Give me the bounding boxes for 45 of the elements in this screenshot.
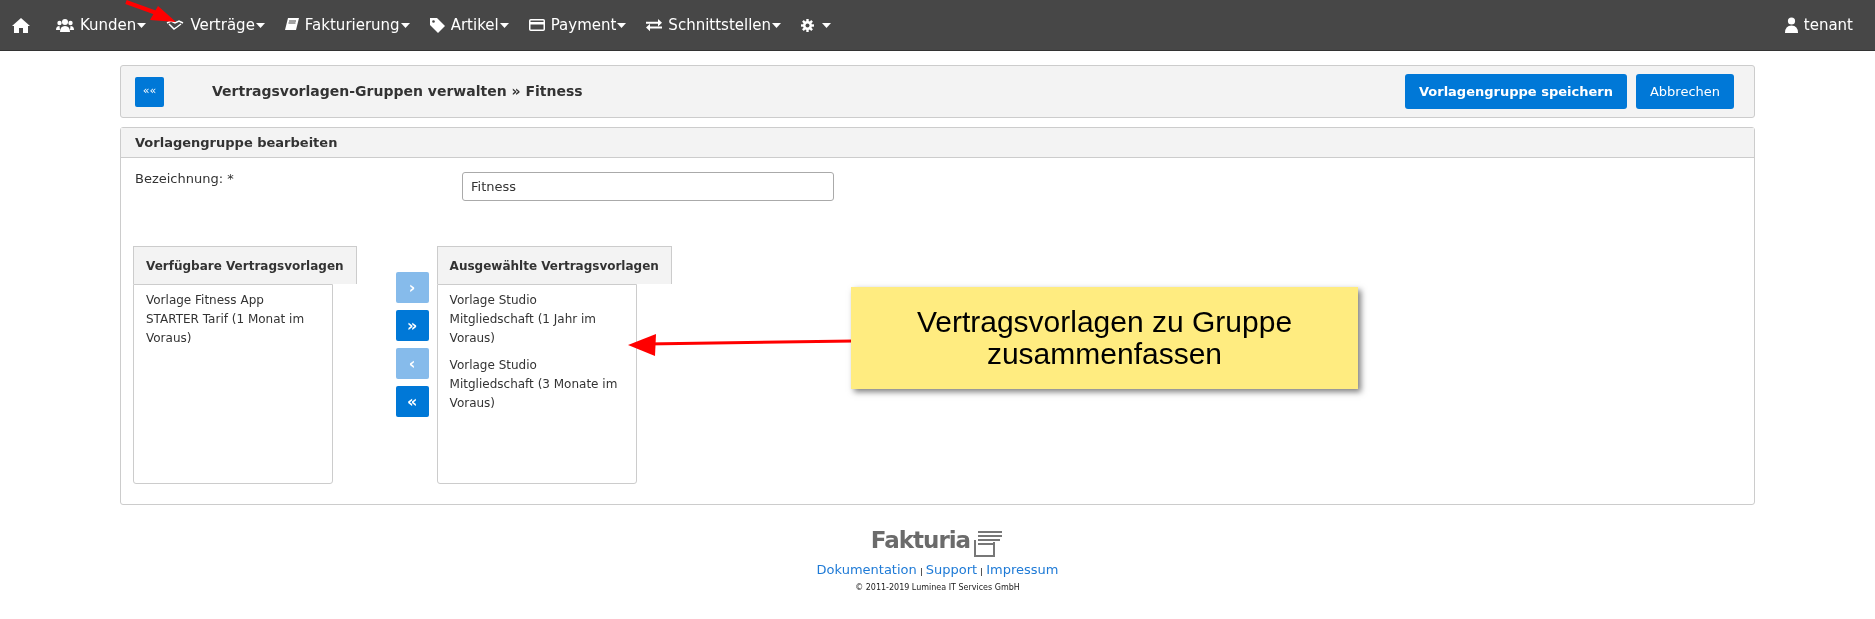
selected-list[interactable]: Vorlage Studio Mitgliedschaft (1 Jahr im Voraus) Vorlage Studio Mitgliedschaft (3 Monate im Voraus) [436, 284, 637, 484]
caret-icon [400, 22, 410, 28]
caret-icon [137, 22, 147, 28]
copyright-text: © 2011-2019 Luminea IT Services GmbH [855, 582, 1020, 594]
cancel-button[interactable]: Abbrechen [1635, 74, 1734, 109]
settings-icon [801, 18, 815, 32]
field-label: Bezeichnung: * [135, 170, 235, 188]
list-option[interactable]: Vorlage Studio Mitgliedschaft (3 Monate im Voraus) [449, 356, 624, 413]
user-icon [1784, 17, 1798, 33]
book-icon [284, 18, 299, 32]
back-button[interactable]: «« [135, 76, 164, 107]
list-option[interactable]: Vorlage Studio Mitgliedschaft (1 Jahr im Voraus) [449, 291, 624, 348]
settings-menu-button[interactable] [801, 18, 832, 32]
caret-icon [255, 22, 265, 28]
users-icon [56, 18, 74, 32]
caret-icon [822, 22, 832, 28]
user-menu[interactable]: tenant [1803, 13, 1853, 37]
caret-icon [499, 22, 509, 28]
nav-menu-item[interactable]: Fakturierung [304, 13, 410, 37]
exchange-icon [646, 18, 663, 32]
move-button[interactable]: « [395, 386, 429, 417]
home-icon[interactable] [12, 17, 30, 33]
list-heading: Verfügbare Vertragsvorlagen [133, 246, 357, 284]
move-button[interactable]: » [395, 310, 429, 341]
available-list[interactable]: Vorlage Fitness App STARTER Tarif (1 Monat im Voraus) [133, 284, 333, 484]
caret-icon [772, 22, 782, 28]
caret-icon [617, 22, 627, 28]
save-button[interactable]: Vorlagengruppe speichern [1404, 74, 1627, 109]
page-title: Vertragsvorlagen-Gruppen verwalten » Fitness [212, 82, 583, 101]
nav-menu-item[interactable]: Artikel [450, 13, 509, 37]
list-option[interactable]: Vorlage Fitness App STARTER Tarif (1 Monat im Voraus) [146, 291, 320, 348]
tag-icon [429, 17, 445, 33]
panel-title: Vorlagengruppe bearbeiten [135, 133, 338, 152]
credit-card-icon [528, 19, 545, 31]
name-input[interactable]: Fitness [462, 172, 834, 201]
nav-menu-item[interactable]: Verträge [190, 13, 265, 37]
footer-link[interactable]: Support [925, 559, 978, 579]
nav-menu-item[interactable]: Kunden [80, 13, 147, 37]
footer-link[interactable]: Dokumentation [816, 559, 917, 579]
list-heading: Ausgewählte Vertragsvorlagen [436, 246, 672, 284]
nav-menu-item[interactable]: Schnittstellen [668, 13, 782, 37]
footer-link[interactable]: Impressum [986, 559, 1059, 579]
annotation-note: Vertragsvorlagen zu Gruppe zusammenfassen [851, 287, 1358, 389]
nav-menu-item[interactable]: Payment [550, 13, 627, 37]
fakturia-logo: Fakturia [870, 523, 1005, 558]
